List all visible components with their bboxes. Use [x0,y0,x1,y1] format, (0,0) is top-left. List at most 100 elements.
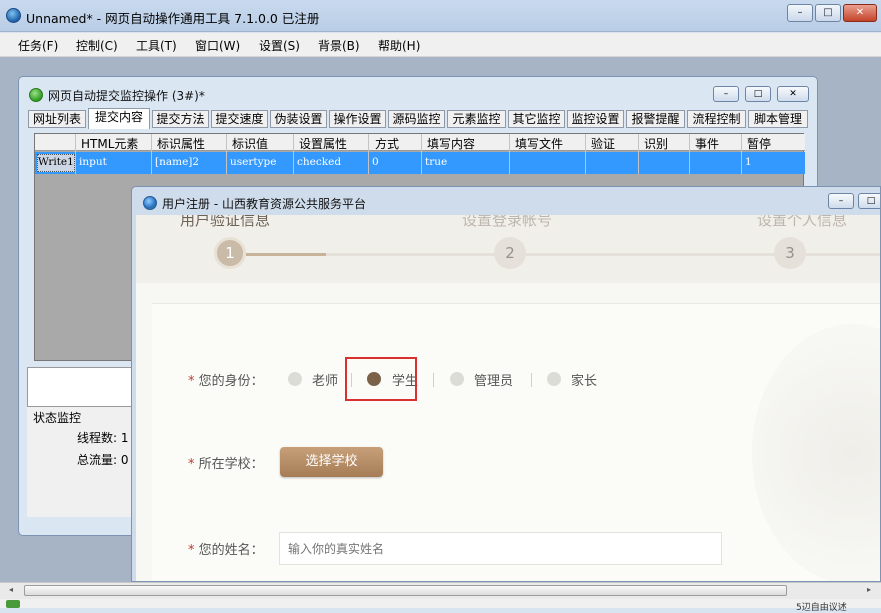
register-form: * 您的身份： 老师 学生 管理员 家长 * 所在学校： 选择学校 * 您的姓名… [152,303,880,581]
scroll-right-icon[interactable]: ▸ [862,585,876,596]
register-maximize-button[interactable]: □ [858,193,880,209]
step-3-circle: 3 [774,237,806,269]
tab-strip: 网址列表 提交内容 提交方法 提交速度 伪装设置 操作设置 源码监控 元素监控 … [28,108,808,129]
background-decoration [752,324,880,581]
step-connector [526,253,776,256]
step-2-circle: 2 [494,237,526,269]
menu-window[interactable]: 窗口(W) [195,37,240,54]
col-header[interactable]: 验证 [591,135,615,152]
steps-progress: 用户验证信息 设置登录帐号 设置个人信息 1 2 3 [136,215,880,283]
cell[interactable]: usertype [230,156,276,168]
total-traffic: 总流量: 0 [77,453,129,467]
tab-operation[interactable]: 操作设置 [329,110,386,128]
tab-submit-speed[interactable]: 提交速度 [211,110,268,128]
status-bar [0,599,881,608]
step-1-circle: 1 [214,237,246,269]
step-connector-progress [246,253,326,256]
tab-element-monitor[interactable]: 元素监控 [447,110,506,128]
thread-count: 线程数: 1 [77,431,129,445]
menu-settings[interactable]: 设置(S) [259,37,300,54]
cell[interactable]: checked [297,156,341,168]
tab-url-list[interactable]: 网址列表 [28,110,86,128]
col-header[interactable]: 暂停 [747,135,771,152]
col-header[interactable]: 事件 [695,135,719,152]
scrollbar-thumb[interactable] [24,585,787,596]
col-header[interactable]: 标识属性 [157,135,205,152]
tab-script[interactable]: 脚本管理 [748,110,808,128]
register-page: 用户验证信息 设置登录帐号 设置个人信息 1 2 3 * 您的身份： 老师 学生… [136,215,880,581]
school-label-text: 所在学校： [198,457,264,472]
col-divider [368,134,369,174]
identity-label: * 您的身份： [188,370,264,389]
col-header[interactable]: 识别 [644,135,668,152]
step-2-label: 设置登录帐号 [462,215,553,229]
step-1-label: 用户验证信息 [180,215,271,229]
col-divider [509,134,510,174]
cell[interactable]: 1 [745,156,752,168]
cell[interactable]: input [79,156,107,168]
monitor-window-title: 网页自动提交监控操作 (3#)* [48,89,205,103]
col-header[interactable]: HTML元素 [81,135,138,152]
tab-submit-content[interactable]: 提交内容 [88,108,150,129]
step-3-label: 设置个人信息 [757,215,848,229]
option-divider [531,373,532,387]
register-window: 用户注册 - 山西教育资源公共服务平台 – □ 用户验证信息 设置登录帐号 设置… [131,186,881,582]
row-label: Write1 [38,156,74,168]
maximize-button[interactable]: □ [815,4,841,22]
menu-tools[interactable]: 工具(T) [136,37,177,54]
col-divider [75,134,76,174]
close-button[interactable]: ✕ [843,4,877,22]
tab-alarm[interactable]: 报警提醒 [626,110,685,128]
cell[interactable]: [name]2 [155,156,199,168]
radio-teacher-label[interactable]: 老师 [312,370,338,389]
step-connector [806,253,880,256]
inner-maximize-button[interactable]: □ [745,86,771,102]
tab-other-monitor[interactable]: 其它监控 [508,110,565,128]
menu-control[interactable]: 控制(C) [76,37,118,54]
radio-parent[interactable] [547,372,561,386]
col-divider [226,134,227,174]
col-header[interactable]: 方式 [375,135,399,152]
app-titlebar: Unnamed* - 网页自动操作通用工具 7.1.0.0 已注册 – □ ✕ [0,0,881,32]
status-heading: 状态监控 [33,411,82,425]
menu-task[interactable]: 任务(F) [18,37,58,54]
col-header[interactable]: 填写文件 [515,135,563,152]
radio-teacher[interactable] [288,372,302,386]
register-minimize-button[interactable]: – [828,193,854,209]
log-area [27,367,137,407]
app-globe-icon [6,8,21,23]
inner-minimize-button[interactable]: – [713,86,739,102]
minimize-button[interactable]: – [787,4,813,22]
tab-monitor-settings[interactable]: 监控设置 [567,110,624,128]
name-input[interactable] [279,532,722,565]
col-divider [293,134,294,174]
tab-flow-control[interactable]: 流程控制 [687,110,746,128]
scroll-left-icon[interactable]: ◂ [4,585,18,596]
tab-submit-method[interactable]: 提交方法 [152,110,209,128]
required-mark: * [188,457,195,472]
radio-parent-label[interactable]: 家长 [571,370,597,389]
status-text: 5辺自由议述 [796,603,847,613]
col-header[interactable]: 填写内容 [427,135,475,152]
inner-close-button[interactable]: ✕ [777,86,809,102]
col-divider [585,134,586,174]
cell[interactable]: true [425,156,447,168]
tab-source-monitor[interactable]: 源码监控 [388,110,445,128]
col-divider [421,134,422,174]
cell[interactable]: 0 [372,156,379,168]
app-title: Unnamed* - 网页自动操作通用工具 7.1.0.0 已注册 [26,11,320,26]
col-divider [689,134,690,174]
check-circle-icon [29,88,43,102]
radio-admin-label[interactable]: 管理员 [474,370,513,389]
menu-help[interactable]: 帮助(H) [378,37,420,54]
radio-admin[interactable] [450,372,464,386]
menu-background[interactable]: 背景(B) [318,37,360,54]
col-header[interactable]: 标识值 [232,135,268,152]
choose-school-button[interactable]: 选择学校 [280,447,383,477]
menu-bar: 任务(F) 控制(C) 工具(T) 窗口(W) 设置(S) 背景(B) 帮助(H… [0,33,881,57]
col-header[interactable]: 设置属性 [299,135,347,152]
highlight-annotation [345,357,417,401]
required-mark: * [188,543,195,558]
register-window-title: 用户注册 - 山西教育资源公共服务平台 [162,197,366,211]
tab-disguise[interactable]: 伪装设置 [270,110,327,128]
